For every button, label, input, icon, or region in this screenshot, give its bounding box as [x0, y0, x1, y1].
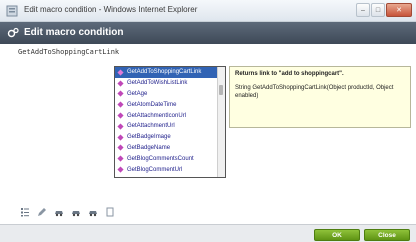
autocomplete-item[interactable]: GetBadgeName: [115, 143, 225, 154]
car-icon[interactable]: [71, 207, 81, 217]
autocomplete-item[interactable]: GetBlogCommentUrl: [115, 164, 225, 175]
autocomplete-item-label: GetAge: [127, 90, 148, 97]
dialog-header: Edit macro condition: [0, 22, 416, 44]
autocomplete-item[interactable]: GetAddToWishListLink: [115, 78, 225, 89]
autocomplete-item-label: GetAttachmentIconUrl: [127, 112, 187, 119]
close-window-button[interactable]: ✕: [386, 3, 412, 17]
autocomplete-item-label: GetAddToShoppingCartLink: [127, 69, 202, 76]
maximize-button[interactable]: □: [371, 3, 385, 17]
method-icon: [117, 134, 124, 141]
page-icon[interactable]: [105, 207, 115, 217]
method-icon: [117, 166, 124, 173]
autocomplete-item[interactable]: GetAttachmentUrl: [115, 121, 225, 132]
autocomplete-item[interactable]: GetAttachmentIconUrl: [115, 110, 225, 121]
autocomplete-list[interactable]: GetAddToShoppingCartLink GetAddToWishList…: [114, 66, 226, 178]
autocomplete-scrollbar[interactable]: [217, 67, 225, 177]
method-icon: [117, 123, 124, 130]
dialog-title: Edit macro condition: [24, 27, 124, 38]
dialog-footer: OK Close: [0, 224, 416, 242]
method-icon: [117, 155, 124, 162]
list-icon[interactable]: [20, 207, 30, 217]
scrollbar-thumb[interactable]: [219, 85, 223, 95]
autocomplete-item-label: GetBadgeImage: [127, 134, 171, 141]
ok-button[interactable]: OK: [314, 229, 360, 241]
car-icon[interactable]: [88, 207, 98, 217]
autocomplete-item-label: GetAttachmentUrl: [127, 123, 175, 130]
ie-icon: [6, 5, 18, 17]
window-titlebar: Edit macro condition - Windows Internet …: [0, 0, 416, 22]
method-icon: [117, 69, 124, 76]
minimize-button[interactable]: –: [356, 3, 370, 17]
method-icon: [117, 112, 124, 119]
autocomplete-item-label: GetBlogCommentsCount: [127, 155, 194, 162]
autocomplete-item-label: GetBlogCommentUrl: [127, 166, 183, 173]
method-icon: [117, 101, 124, 108]
autocomplete-item-label: GetAddToWishListLink: [127, 80, 188, 87]
close-button[interactable]: Close: [364, 229, 410, 241]
gear-icon: [7, 27, 19, 38]
method-icon: [117, 80, 124, 87]
car-icon[interactable]: [54, 207, 64, 217]
edit-icon[interactable]: [37, 207, 47, 217]
tooltip-title: Returns link to "add to shoppingcart".: [235, 71, 344, 77]
tooltip-signature: String GetAddToShoppingCartLink(Object p…: [235, 85, 394, 99]
editor-toolbar: [20, 206, 122, 218]
method-icon: [117, 144, 124, 152]
method-icon: [117, 90, 124, 98]
autocomplete-item-label: GetAtomDateTime: [127, 101, 177, 108]
autocomplete-item[interactable]: GetAtomDateTime: [115, 99, 225, 110]
autocomplete-item[interactable]: GetBlogCommentsCount: [115, 153, 225, 164]
window-controls: – □ ✕: [355, 3, 412, 19]
autocomplete-item[interactable]: GetAddToShoppingCartLink: [115, 67, 225, 78]
autocomplete-item[interactable]: GetBadgeImage: [115, 132, 225, 143]
method-tooltip: Returns link to "add to shoppingcart". S…: [229, 66, 411, 128]
window-title: Edit macro condition - Windows Internet …: [24, 5, 198, 14]
autocomplete-item-label: GetBadgeName: [127, 144, 171, 151]
condition-editor[interactable]: GetAddToShoppingCartLink: [18, 48, 119, 56]
autocomplete-item[interactable]: GetAge: [115, 89, 225, 100]
